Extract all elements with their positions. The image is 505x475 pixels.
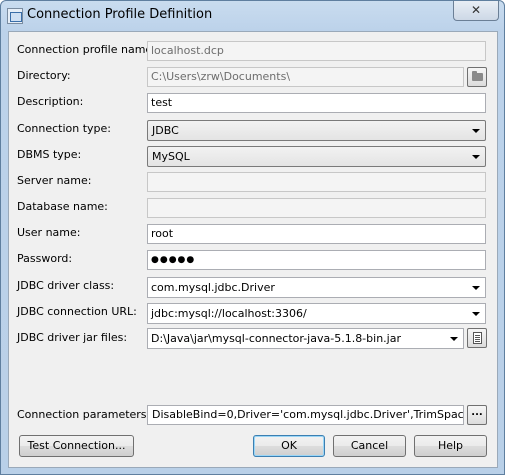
- help-button[interactable]: Help: [414, 435, 487, 457]
- close-icon: ✕: [470, 3, 482, 17]
- browse-directory-button[interactable]: [467, 67, 487, 87]
- test-connection-button[interactable]: Test Connection...: [19, 435, 134, 457]
- dbms-type-value: MySQL: [152, 150, 190, 163]
- driver-class-value: com.mysql.jdbc.Driver: [151, 281, 275, 294]
- dbms-type-label: DBMS type:: [17, 148, 82, 161]
- profile-name-field: localhost.dcp: [147, 41, 486, 61]
- chevron-down-icon[interactable]: [450, 337, 458, 341]
- driver-jar-label: JDBC driver jar files:: [17, 331, 128, 344]
- connection-url-combo[interactable]: jdbc:mysql://localhost:3306/: [147, 303, 486, 324]
- cancel-button[interactable]: Cancel: [333, 435, 406, 457]
- server-name-field: [147, 172, 486, 192]
- chevron-down-icon[interactable]: [472, 286, 480, 290]
- app-icon: [7, 8, 23, 24]
- profile-name-label: Connection profile name:: [17, 43, 156, 56]
- chevron-down-icon[interactable]: [472, 312, 480, 316]
- connection-url-label: JDBC connection URL:: [17, 305, 137, 318]
- connection-type-value: JDBC: [152, 124, 179, 137]
- description-field[interactable]: test: [147, 93, 486, 113]
- user-name-field[interactable]: root: [147, 224, 486, 244]
- driver-class-combo[interactable]: com.mysql.jdbc.Driver: [147, 277, 486, 298]
- driver-jar-value: D:\Java\jar\mysql-connector-java-5.1.8-b…: [151, 332, 401, 345]
- directory-field: C:\Users\zrw\Documents\: [147, 67, 464, 87]
- description-label: Description:: [17, 95, 84, 108]
- browse-params-button[interactable]: ...: [467, 405, 487, 425]
- dialog-body: Connection profile name: localhost.dcp D…: [8, 31, 498, 468]
- driver-jar-combo[interactable]: D:\Java\jar\mysql-connector-java-5.1.8-b…: [147, 328, 464, 349]
- document-icon: [473, 332, 482, 344]
- connection-params-label: Connection parameters:: [17, 408, 151, 421]
- connection-type-select[interactable]: JDBC: [147, 120, 486, 141]
- title-bar[interactable]: Connection Profile Definition ✕: [1, 1, 504, 31]
- dialog-window: Connection Profile Definition ✕ Connecti…: [0, 0, 505, 475]
- close-button[interactable]: ✕: [453, 1, 499, 21]
- directory-label: Directory:: [17, 69, 71, 82]
- driver-class-label: JDBC driver class:: [17, 279, 115, 292]
- server-name-label: Server name:: [17, 174, 92, 187]
- connection-type-label: Connection type:: [17, 122, 112, 135]
- chevron-down-icon: [472, 155, 480, 159]
- chevron-down-icon: [472, 129, 480, 133]
- ok-button[interactable]: OK: [253, 435, 325, 457]
- connection-params-field[interactable]: DisableBind=0,Driver='com.mysql.jdbc.Dri…: [147, 405, 464, 425]
- browse-jar-button[interactable]: [467, 328, 487, 348]
- folder-icon: [472, 71, 483, 81]
- database-name-label: Database name:: [17, 200, 108, 213]
- password-label: Password:: [17, 252, 73, 265]
- connection-url-value: jdbc:mysql://localhost:3306/: [151, 307, 307, 320]
- dbms-type-select[interactable]: MySQL: [147, 146, 486, 167]
- database-name-field: [147, 198, 486, 218]
- user-name-label: User name:: [17, 226, 81, 239]
- window-title: Connection Profile Definition: [27, 7, 213, 22]
- password-field[interactable]: ●●●●●: [147, 250, 486, 270]
